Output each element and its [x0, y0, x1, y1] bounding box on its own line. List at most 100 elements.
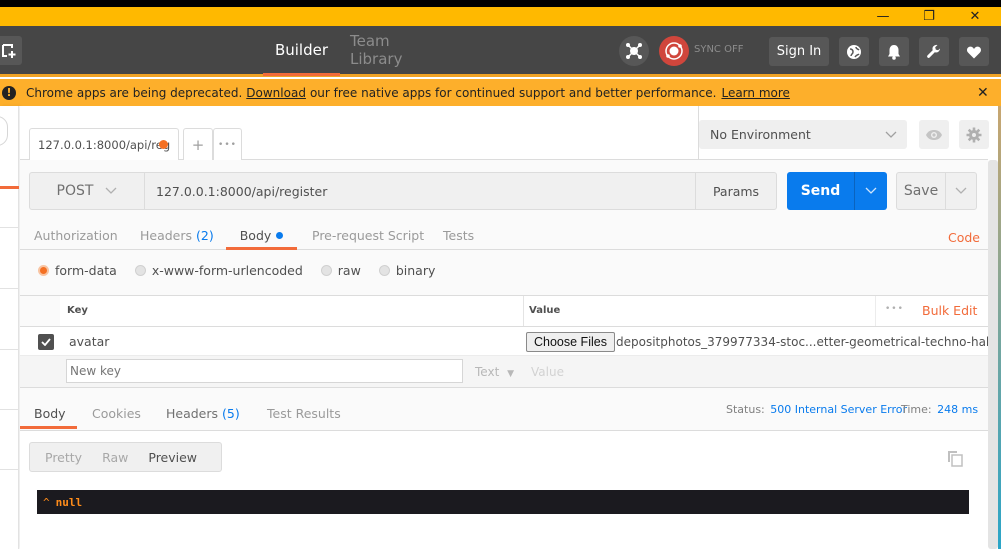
params-button[interactable]: Params: [695, 172, 777, 210]
view-mode-preview[interactable]: Preview: [148, 450, 197, 465]
request-tab-label: 127.0.0.1:8000/api/reg: [38, 137, 171, 152]
restore-icon: ❐: [923, 9, 935, 24]
save-options-button[interactable]: [946, 173, 976, 209]
tab-pre-request-label: Pre-request Script: [312, 227, 425, 243]
new-value-input[interactable]: Value: [531, 365, 564, 379]
table-new-row: Text ▼ Value: [20, 356, 988, 387]
tab-authorization[interactable]: Authorization: [34, 222, 118, 248]
close-icon: ✕: [969, 9, 981, 24]
row-key[interactable]: avatar: [69, 334, 109, 349]
radio-form-data[interactable]: form-data: [38, 263, 117, 278]
runner-button[interactable]: [839, 37, 869, 66]
type-select[interactable]: Text ▼: [475, 365, 514, 379]
title-bar: [0, 7, 1001, 26]
caret-down-icon: ▼: [507, 369, 515, 379]
response-time: Time: 248 ms: [901, 403, 978, 416]
send-button[interactable]: Send: [787, 172, 854, 210]
sign-in-button[interactable]: Sign In: [769, 37, 829, 66]
learn-more-link[interactable]: Learn more: [721, 86, 789, 100]
row-enabled-checkbox[interactable]: [38, 334, 54, 350]
more-icon: •••: [218, 139, 237, 150]
response-tab-headers-label: Headers: [166, 405, 219, 421]
sync-button[interactable]: [659, 36, 689, 66]
sidebar-divider: [0, 288, 19, 289]
view-mode-pretty[interactable]: Pretty: [45, 450, 82, 465]
caret-icon: ^: [43, 495, 50, 509]
tab-team-library-label: Team Library: [350, 32, 403, 68]
code-link[interactable]: Code: [948, 224, 980, 250]
new-button[interactable]: [0, 36, 22, 65]
body-indicator-dot: [276, 231, 284, 239]
save-button-group: Save: [896, 172, 977, 210]
radio-raw[interactable]: raw: [320, 263, 361, 278]
settings-button[interactable]: [919, 37, 949, 66]
radio-form-data-label: form-data: [55, 263, 117, 278]
manage-environments-button[interactable]: [959, 120, 989, 149]
method-label: POST: [56, 183, 94, 199]
radio-binary[interactable]: binary: [378, 263, 435, 278]
response-tab-cookies[interactable]: Cookies: [92, 400, 141, 426]
sidebar-divider: [0, 349, 19, 350]
radio-icon: [134, 265, 146, 276]
environment-select[interactable]: No Environment: [699, 120, 907, 149]
tab-options-button[interactable]: •••: [213, 128, 242, 160]
favorites-button[interactable]: [959, 37, 989, 66]
main-panel: 127.0.0.1:8000/api/reg + ••• No Environm…: [20, 106, 1001, 549]
radio-urlencoded-label: x-www-form-urlencoded: [151, 263, 303, 278]
table-more-icon[interactable]: •••: [885, 304, 904, 314]
new-key-input[interactable]: [66, 359, 463, 383]
request-tabs-divider: [20, 249, 988, 250]
save-button[interactable]: Save: [897, 173, 946, 209]
minimize-button[interactable]: —: [860, 7, 906, 26]
send-options-button[interactable]: [855, 172, 887, 210]
response-preview: ^ null: [37, 490, 969, 514]
tab-body[interactable]: Body: [226, 222, 297, 248]
sidebar-search-field[interactable]: [0, 116, 8, 146]
status-value: 500 Internal Server Error: [770, 403, 908, 416]
plus-icon: +: [191, 135, 205, 154]
tab-headers[interactable]: Headers (2): [140, 222, 214, 248]
environment-quick-look-button[interactable]: [919, 120, 949, 149]
copy-button[interactable]: [946, 449, 964, 467]
restore-button[interactable]: ❐: [906, 7, 952, 26]
notifications-button[interactable]: [879, 37, 909, 66]
banner-close-icon[interactable]: ✕: [977, 85, 989, 101]
app-header: Builder Team Library SYNC OFF Sign In: [0, 26, 1001, 77]
url-input[interactable]: 127.0.0.1:8000/api/register: [145, 172, 696, 210]
sidebar-divider: [0, 409, 19, 410]
tab-tests[interactable]: Tests: [443, 222, 474, 248]
chevron-down-icon: [865, 187, 877, 194]
tab-builder[interactable]: Builder: [263, 26, 340, 74]
method-select[interactable]: POST: [29, 172, 145, 210]
interceptor-button[interactable]: [619, 36, 649, 66]
choose-files-button[interactable]: Choose Files: [526, 332, 615, 352]
response-tab-body[interactable]: Body: [34, 400, 66, 426]
eye-icon: [926, 129, 942, 140]
bulk-edit-link[interactable]: Bulk Edit: [922, 303, 977, 318]
response-tab-headers[interactable]: Headers (5): [166, 400, 240, 426]
tab-pre-request-script[interactable]: Pre-request Script: [312, 222, 424, 248]
tab-team-library[interactable]: Team Library: [350, 26, 445, 74]
send-label: Send: [800, 183, 841, 199]
sync-icon: [665, 42, 683, 60]
response-tab-test-results[interactable]: Test Results: [267, 400, 341, 426]
close-window-button[interactable]: ✕: [952, 7, 998, 26]
sign-in-label: Sign In: [776, 44, 822, 59]
tab-headers-label: Headers: [140, 227, 193, 243]
vertical-scrollbar[interactable]: [988, 160, 998, 549]
radio-urlencoded[interactable]: x-www-form-urlencoded: [134, 263, 303, 278]
table-header-row: [60, 296, 988, 326]
chevron-down-icon: [885, 131, 897, 138]
download-link[interactable]: Download: [246, 86, 306, 100]
unsaved-dot-icon: [159, 140, 168, 149]
params-label: Params: [712, 183, 760, 199]
new-window-icon: [2, 43, 16, 58]
minimize-icon: —: [876, 9, 890, 24]
new-tab-button[interactable]: +: [183, 128, 213, 160]
environment-selected: No Environment: [710, 127, 811, 142]
sidebar: [0, 106, 19, 549]
active-tab-indicator: [226, 247, 297, 250]
deprecation-banner: ! Chrome apps are being deprecated. Down…: [0, 79, 1001, 106]
request-tab[interactable]: 127.0.0.1:8000/api/reg: [29, 128, 179, 160]
view-mode-raw[interactable]: Raw: [102, 450, 128, 465]
